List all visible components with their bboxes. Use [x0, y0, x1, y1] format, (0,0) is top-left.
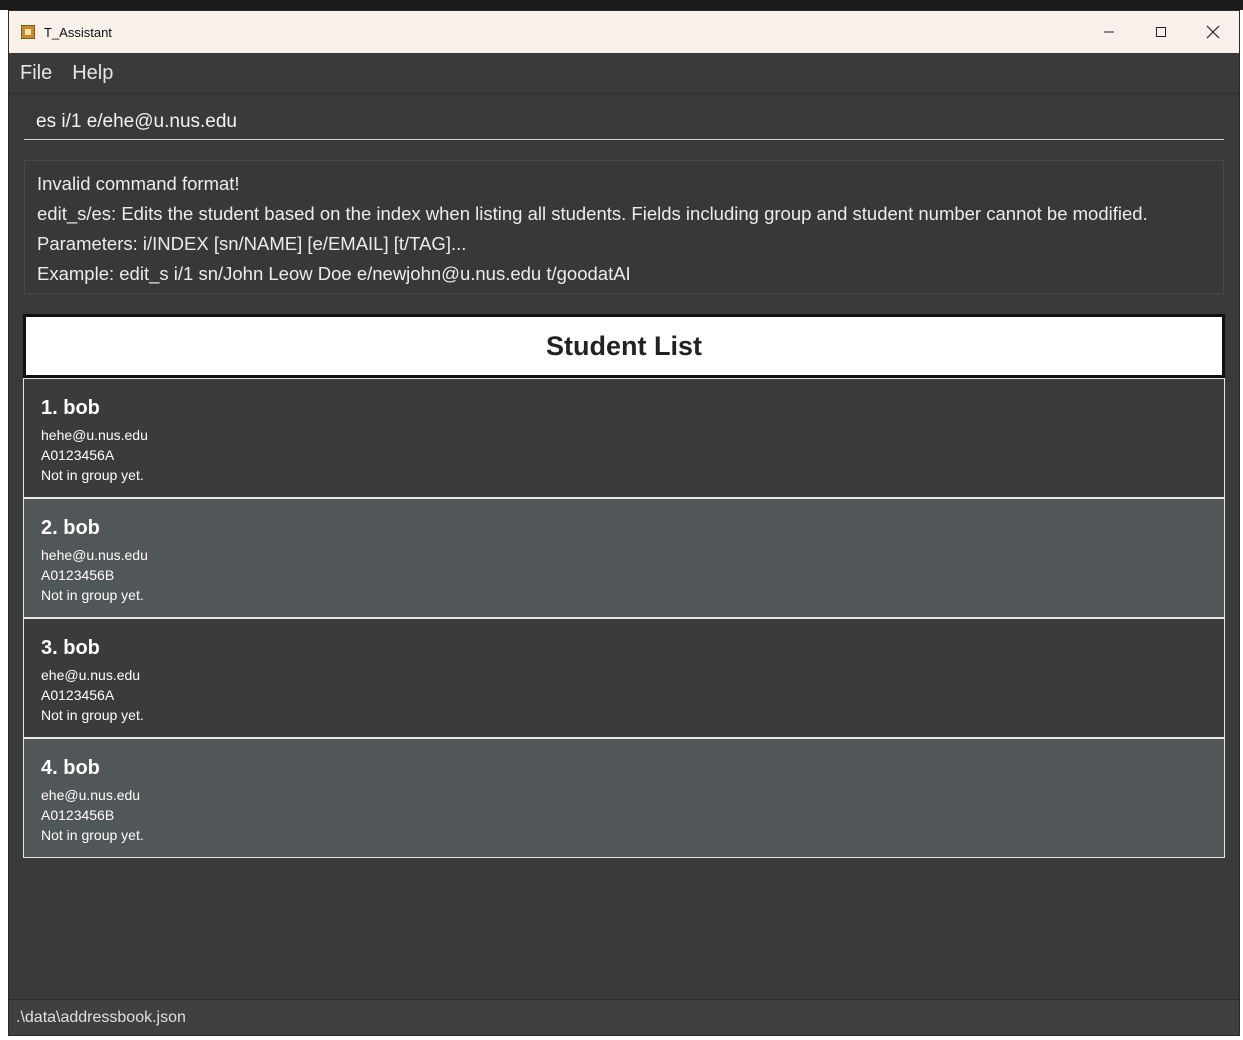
status-bar: .\data\addressbook.json	[9, 999, 1239, 1035]
student-email: hehe@u.nus.edu	[41, 547, 148, 563]
student-name: 2. bob	[41, 517, 100, 539]
minimize-icon	[1104, 31, 1114, 33]
student-number: A0123456A	[41, 687, 115, 703]
student-email: hehe@u.nus.edu	[41, 427, 148, 443]
student-number: A0123456B	[41, 567, 115, 583]
student-group: Not in group yet.	[41, 467, 144, 483]
student-card[interactable]: 1. bob hehe@u.nus.edu A0123456A Not in g…	[23, 378, 1225, 498]
student-group: Not in group yet.	[41, 707, 144, 723]
window-controls	[1083, 11, 1239, 53]
maximize-icon	[1156, 27, 1166, 37]
student-number: A0123456A	[41, 447, 115, 463]
student-card[interactable]: 2. bob hehe@u.nus.edu A0123456B Not in g…	[23, 498, 1225, 618]
window-title: T_Assistant	[44, 24, 112, 40]
student-group: Not in group yet.	[41, 827, 144, 843]
close-button[interactable]	[1187, 11, 1239, 53]
result-line-parameters: Parameters: i/INDEX [sn/NAME] [e/EMAIL] …	[37, 233, 467, 254]
student-email: ehe@u.nus.edu	[41, 667, 141, 683]
student-name: 4. bob	[41, 757, 100, 779]
title-bar[interactable]: T_Assistant	[9, 11, 1239, 53]
minimize-button[interactable]	[1083, 11, 1135, 53]
app-window: T_Assistant File Help Invalid command fo…	[8, 10, 1240, 1036]
student-email: ehe@u.nus.edu	[41, 787, 141, 803]
student-number: A0123456B	[41, 807, 115, 823]
menu-file[interactable]: File	[20, 58, 52, 89]
result-line-example: Example: edit_s i/1 sn/John Leow Doe e/n…	[37, 263, 631, 284]
result-line-error: Invalid command format!	[37, 173, 240, 194]
command-input[interactable]	[24, 104, 1224, 140]
result-line-usage: edit_s/es: Edits the student based on th…	[37, 203, 1148, 224]
menu-help[interactable]: Help	[72, 58, 113, 89]
student-list-title: Student List	[23, 314, 1225, 378]
menu-bar: File Help	[9, 53, 1239, 94]
student-name: 1. bob	[41, 397, 100, 419]
result-display: Invalid command format! edit_s/es: Edits…	[24, 160, 1224, 294]
maximize-button[interactable]	[1135, 11, 1187, 53]
close-icon	[1206, 25, 1220, 39]
student-card[interactable]: 3. bob ehe@u.nus.edu A0123456A Not in gr…	[23, 618, 1225, 738]
data-file-path: .\data\addressbook.json	[16, 1008, 186, 1026]
student-list-panel: Student List 1. bob hehe@u.nus.edu A0123…	[23, 314, 1225, 859]
app-icon	[21, 25, 35, 39]
student-name: 3. bob	[41, 637, 100, 659]
command-area	[9, 94, 1239, 152]
desktop-strip	[0, 0, 1243, 10]
student-card[interactable]: 4. bob ehe@u.nus.edu A0123456B Not in gr…	[23, 738, 1225, 858]
student-group: Not in group yet.	[41, 587, 144, 603]
